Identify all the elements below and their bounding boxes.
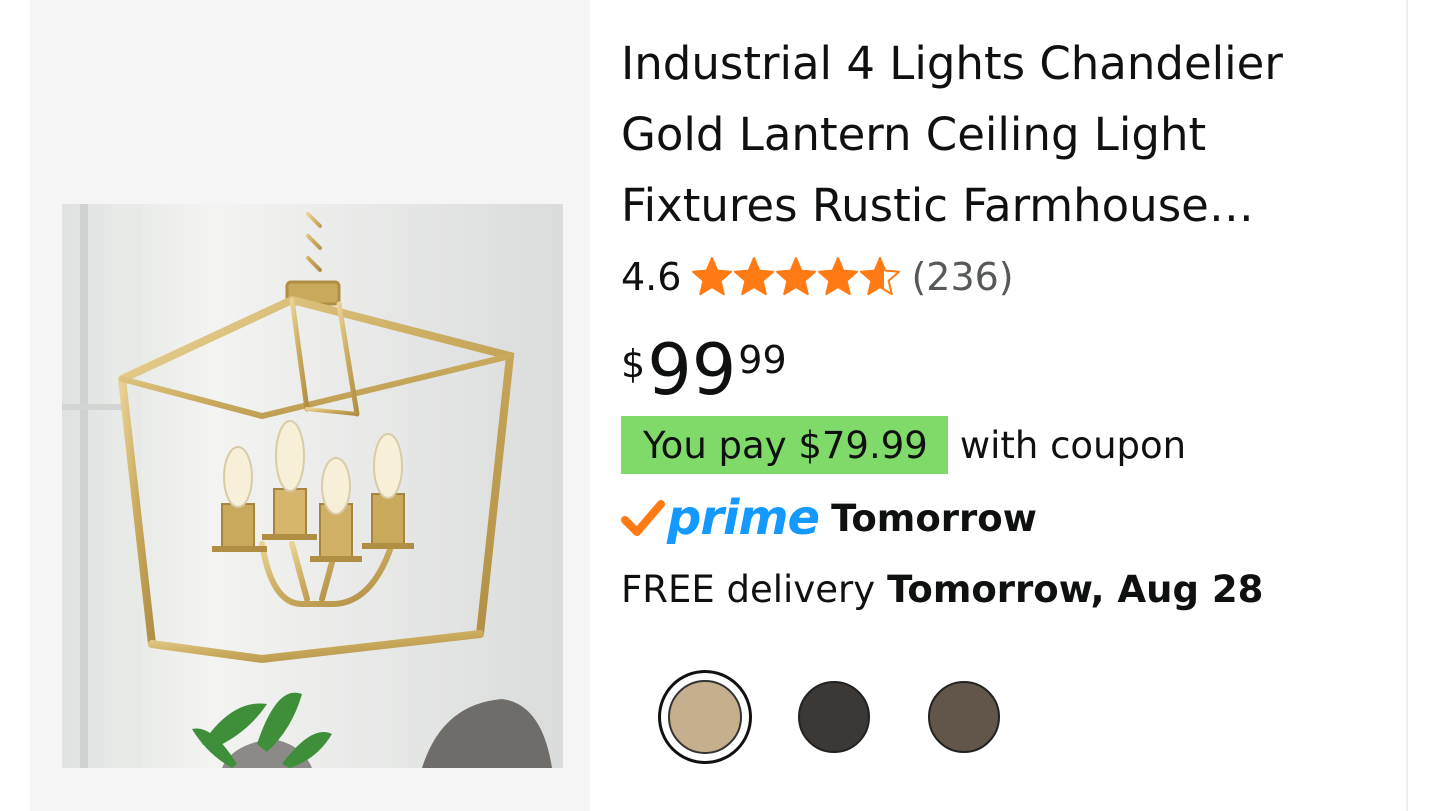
product-card[interactable]: Industrial 4 Lights Chandelier Gold Lant… (30, 0, 1408, 811)
product-title[interactable]: Industrial 4 Lights Chandelier Gold Lant… (621, 28, 1321, 241)
delivery-date: Tomorrow, Aug 28 (887, 567, 1264, 611)
prime-delivery-day: Tomorrow (831, 496, 1037, 540)
price-symbol: $ (621, 342, 646, 386)
review-count[interactable]: (236) (911, 255, 1013, 299)
star-rating[interactable] (691, 256, 901, 298)
chandelier-illustration (62, 204, 563, 768)
color-swatch-gold[interactable] (658, 670, 752, 764)
delivery-info: FREE delivery Tomorrow, Aug 28 (621, 560, 1263, 618)
price-fraction: 99 (738, 338, 787, 382)
swatch-color-dot (668, 680, 742, 754)
star-icon (818, 257, 859, 296)
coupon-badge: You pay $79.99 (621, 416, 948, 474)
rating-value: 4.6 (621, 255, 682, 299)
star-icon (734, 257, 775, 296)
prime-wordmark: prime (667, 490, 820, 546)
image-panel (30, 0, 590, 811)
delivery-prefix: FREE delivery (621, 567, 876, 611)
rating-row[interactable]: 4.6 (236) (621, 250, 1014, 304)
star-icon (692, 257, 733, 296)
coupon-suffix: with coupon (959, 423, 1187, 467)
price-whole: 99 (647, 329, 737, 411)
product-image[interactable] (62, 204, 563, 768)
prime-delivery: prime Tomorrow (621, 486, 1037, 550)
star-icon (776, 257, 817, 296)
prime-check-icon (621, 500, 665, 536)
prime-logo: prime (621, 490, 820, 546)
color-swatch-bronze[interactable] (928, 681, 1000, 753)
color-swatches (658, 670, 1000, 764)
price: $ 99 99 (621, 330, 787, 410)
color-swatch-black[interactable] (798, 681, 870, 753)
star-icon (860, 257, 901, 296)
coupon-row: You pay $79.99 with coupon (621, 416, 1186, 474)
